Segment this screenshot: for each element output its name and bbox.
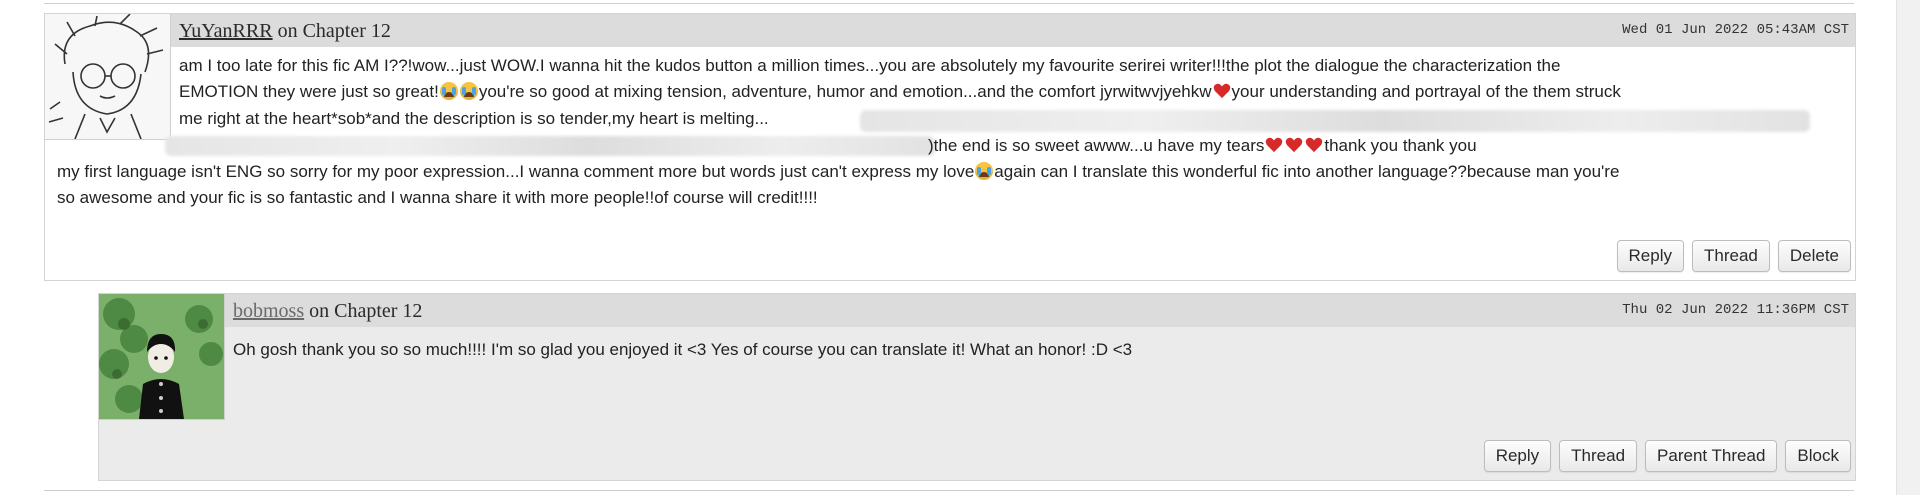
parent-thread-button[interactable]: Parent Thread: [1645, 440, 1778, 472]
comment-actions: Reply Thread Parent Thread Block: [1483, 440, 1851, 472]
thread-button[interactable]: Thread: [1691, 240, 1770, 272]
author-link[interactable]: YuYanRRR: [179, 20, 273, 42]
bottom-divider: [44, 490, 1854, 496]
comment-text: you're so good at mixing tension, advent…: [478, 82, 1212, 101]
comment-line: so awesome and your fic is so fantastic …: [57, 188, 818, 207]
crying-face-icon: [975, 162, 994, 180]
comment-byline: bobmoss on Chapter 12: [233, 300, 422, 323]
user-avatar[interactable]: [99, 294, 225, 420]
comment-datetime: Wed 01 Jun 2022 05:43AM CST: [1622, 22, 1849, 38]
boy-portrait-avatar-icon: [99, 294, 224, 419]
chapter-label: on Chapter 12: [272, 20, 391, 42]
delete-button[interactable]: Delete: [1777, 240, 1851, 272]
heart-icon: [1213, 83, 1231, 99]
user-avatar[interactable]: [45, 14, 171, 140]
heart-icon: [1305, 137, 1323, 153]
block-button[interactable]: Block: [1785, 440, 1851, 472]
comment-text: EMOTION they were just so great!: [179, 82, 439, 101]
crying-face-icon: [459, 82, 478, 100]
comment-heading: bobmoss on Chapter 12 Thu 02 Jun 2022 11…: [99, 294, 1855, 327]
reply-button[interactable]: Reply: [1616, 240, 1684, 272]
comment-actions: Reply Thread Delete: [1616, 240, 1851, 272]
comment-text: Oh gosh thank you so so much!!!! I'm so …: [233, 340, 1133, 359]
comment-byline: YuYanRRR on Chapter 12: [179, 20, 391, 43]
top-divider: [44, 0, 1854, 4]
comment-text: your understanding and portrayal of the …: [1231, 82, 1621, 101]
reply-button[interactable]: Reply: [1483, 440, 1552, 472]
comment-line: my first language isn't ENG so sorry for…: [57, 162, 1619, 182]
heart-icon: [1285, 137, 1303, 153]
comment-line: )the end is so sweet awww...u have my te…: [928, 136, 1477, 156]
heart-icon: [1265, 137, 1283, 153]
comment-bobmoss-reply: bobmoss on Chapter 12 Thu 02 Jun 2022 11…: [98, 293, 1856, 481]
comment-line: EMOTION they were just so great! you're s…: [179, 82, 1621, 102]
comment-line: me right at the heart*sob*and the descri…: [179, 109, 769, 128]
redacted-text: [860, 110, 1810, 132]
crying-face-icon: [439, 82, 458, 100]
comment-line: am I too late for this fic AM I??!wow...…: [179, 56, 1561, 75]
redacted-text: [165, 136, 935, 156]
comment-text: my first language isn't ENG so sorry for…: [57, 162, 975, 181]
comment-text: thank you thank you: [1324, 136, 1477, 155]
comment-heading: YuYanRRR on Chapter 12 Wed 01 Jun 2022 0…: [45, 14, 1855, 47]
comment-datetime: Thu 02 Jun 2022 11:36PM CST: [1622, 302, 1849, 318]
sketch-avatar-icon: [45, 14, 170, 139]
page-scrollbar-track[interactable]: [1896, 0, 1920, 495]
author-link[interactable]: bobmoss: [233, 300, 304, 322]
comment-yuyanrrr: YuYanRRR on Chapter 12 Wed 01 Jun 2022 0…: [44, 13, 1856, 281]
comment-text: again can I translate this wonderful fic…: [994, 162, 1620, 181]
chapter-label: on Chapter 12: [304, 300, 423, 322]
comment-text: )the end is so sweet awww...u have my te…: [928, 136, 1265, 155]
thread-button[interactable]: Thread: [1559, 440, 1638, 472]
